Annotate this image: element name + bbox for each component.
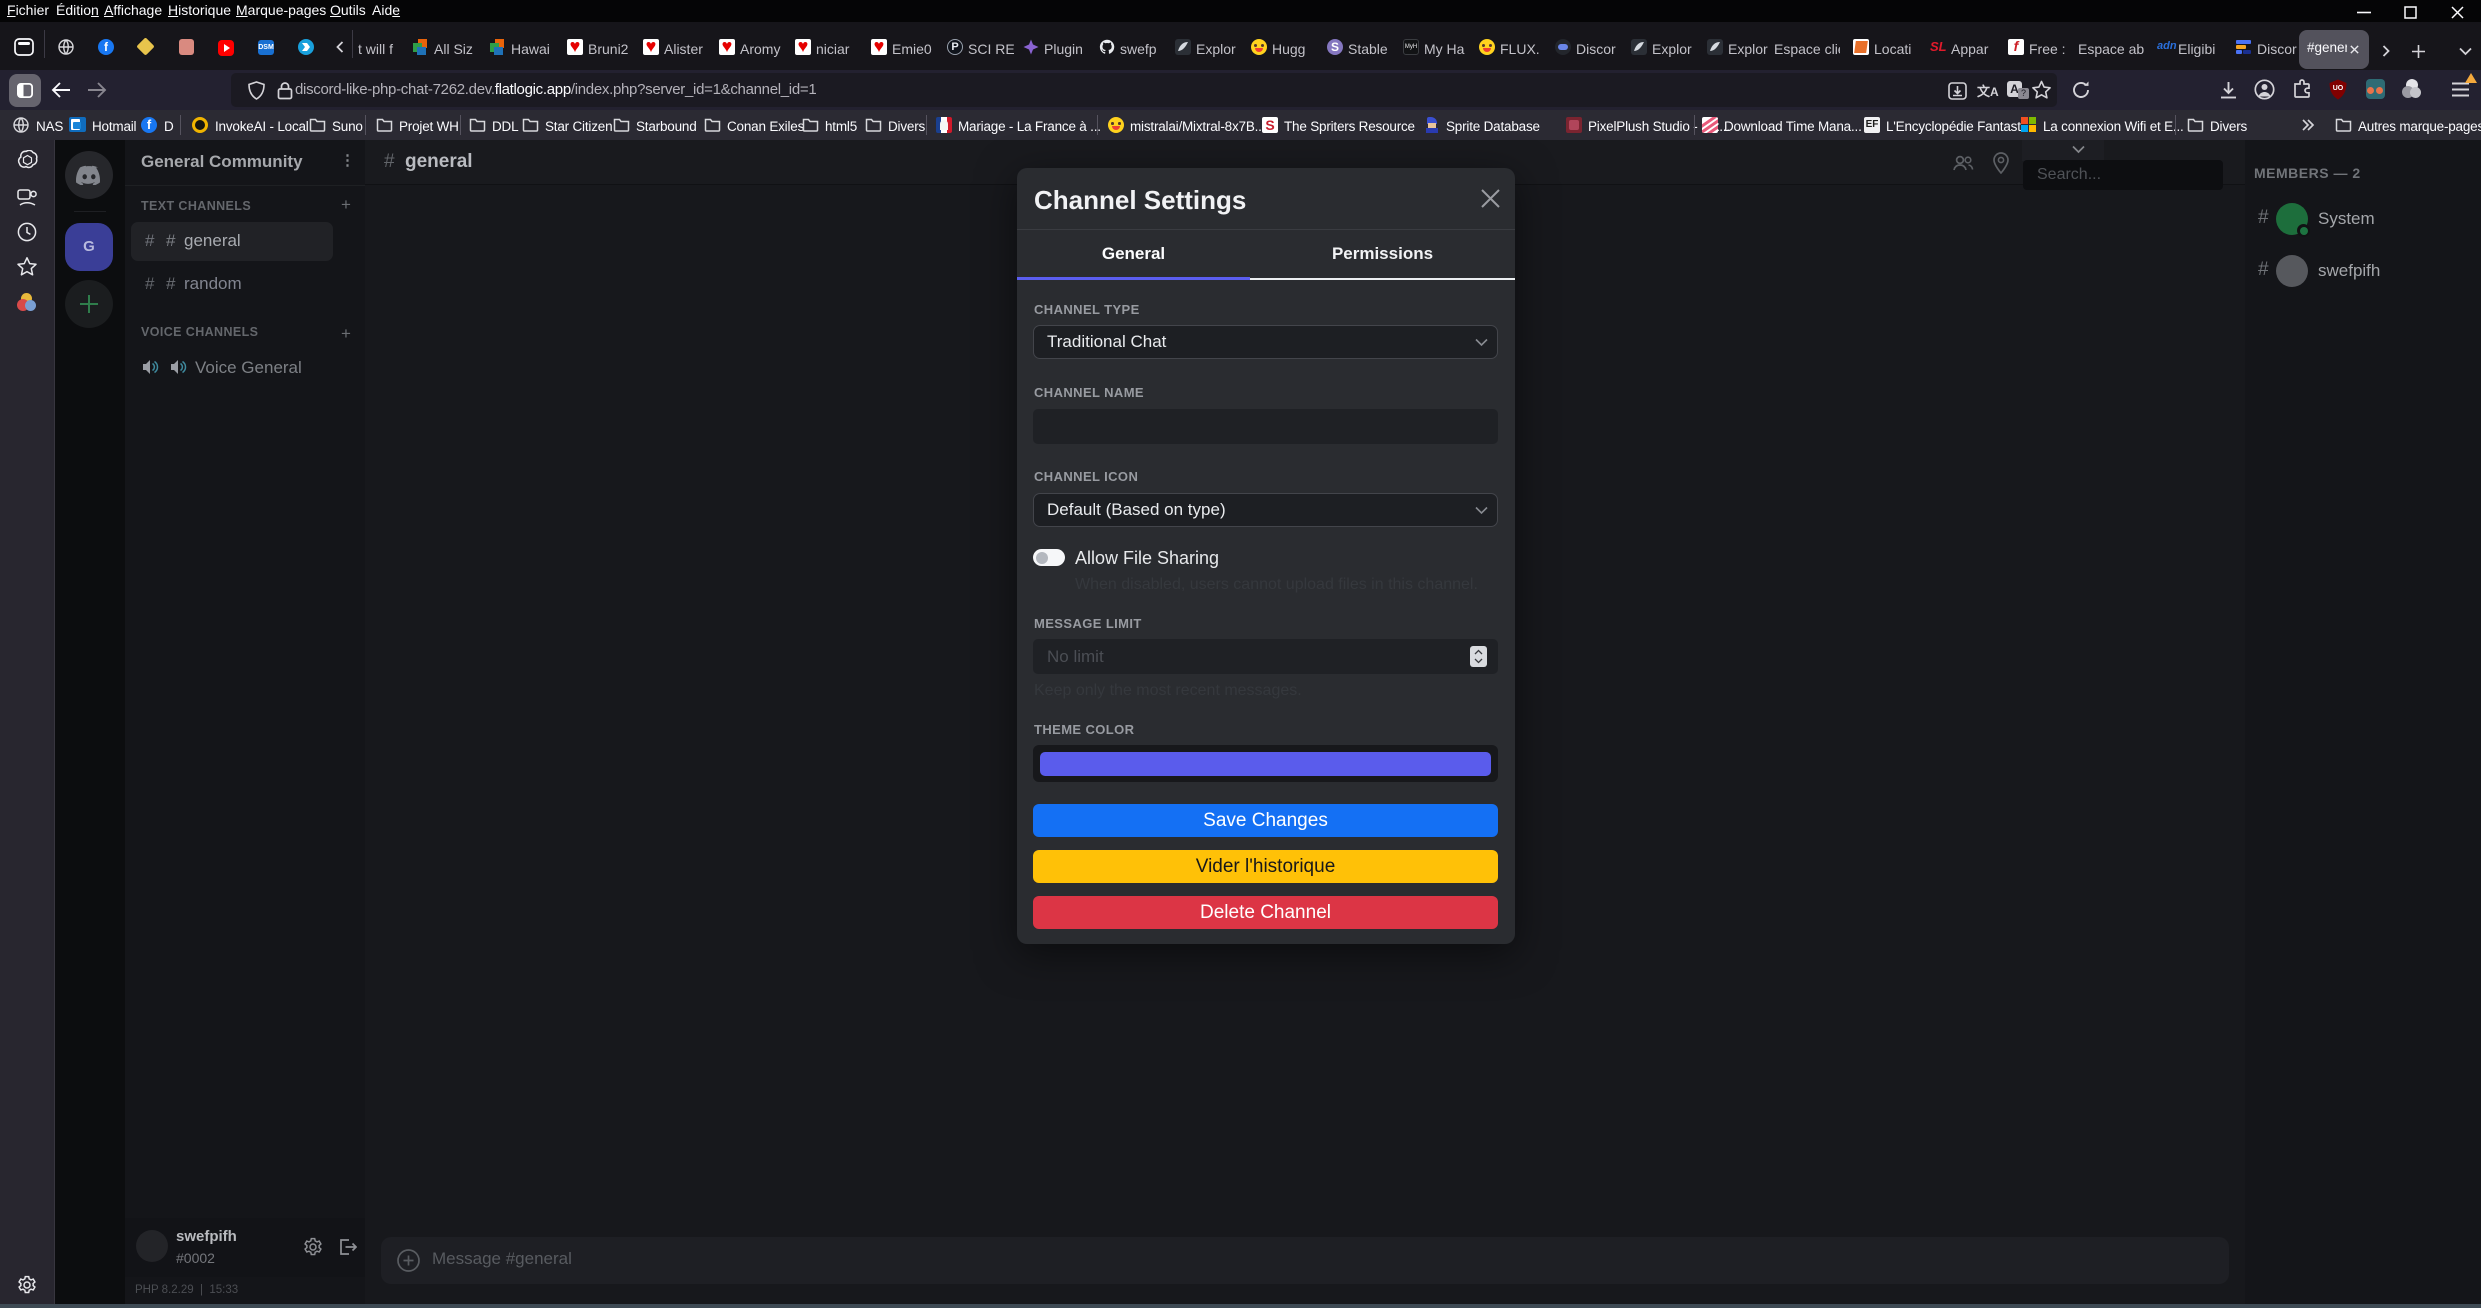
svg-text:UO: UO (2333, 85, 2344, 92)
